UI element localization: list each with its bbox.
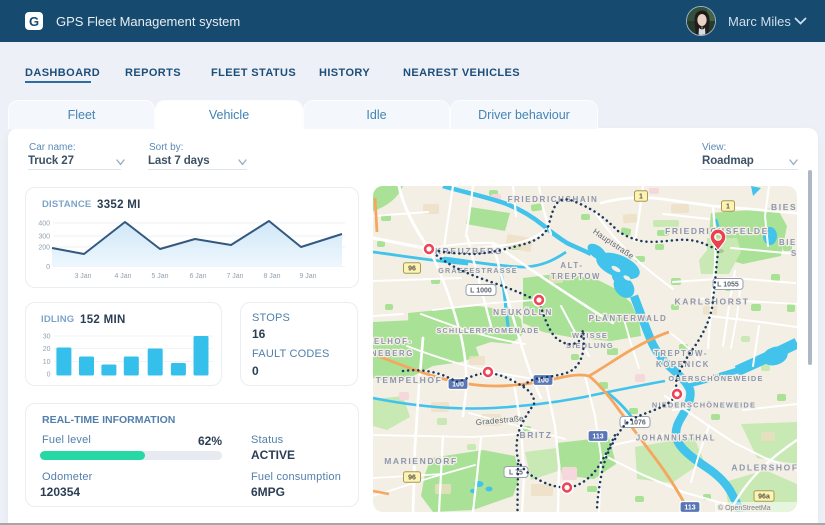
svg-text:MARIENDORF: MARIENDORF — [384, 456, 458, 466]
svg-text:20: 20 — [43, 346, 51, 353]
svg-text:BIESDORF: BIESDORF — [771, 202, 797, 212]
svg-text:BIESD: BIESD — [779, 238, 797, 247]
svg-text:300: 300 — [38, 234, 50, 241]
svg-text:3 Jan: 3 Jan — [74, 273, 91, 280]
svg-text:9 Jan: 9 Jan — [299, 273, 316, 280]
svg-text:SCHILLERPROMENADE: SCHILLERPROMENADE — [436, 326, 539, 335]
svg-text:ADLERSHOF: ADLERSHOF — [731, 463, 797, 473]
svg-text:96a: 96a — [758, 494, 770, 501]
svg-text:96: 96 — [408, 266, 416, 273]
svg-text:PLÄNTERWALD: PLÄNTERWALD — [589, 314, 668, 323]
svg-text:SCHÖNEBERG: SCHÖNEBERG — [373, 349, 414, 358]
svg-text:100: 100 — [452, 382, 464, 389]
svg-text:30: 30 — [43, 334, 51, 341]
svg-text:GRAEFESTRASSE: GRAEFESTRASSE — [438, 266, 518, 275]
svg-text:NIEDERSCHÖNEWEIDE: NIEDERSCHÖNEWEIDE — [652, 401, 756, 410]
svg-text:TREPTOW-: TREPTOW- — [654, 349, 708, 358]
svg-text:SÜD: SÜD — [791, 249, 797, 258]
svg-text:KARLSHORST: KARLSHORST — [674, 297, 749, 307]
svg-text:0: 0 — [47, 372, 51, 379]
svg-text:200: 200 — [38, 245, 50, 252]
svg-text:TEMPELHOF: TEMPELHOF — [376, 375, 443, 385]
svg-text:JOHANNISTHAL: JOHANNISTHAL — [636, 434, 716, 443]
svg-text:L 1055: L 1055 — [717, 282, 739, 289]
svg-text:7 Jan: 7 Jan — [226, 273, 243, 280]
svg-text:OBERSCHÖNEWEIDE: OBERSCHÖNEWEIDE — [668, 374, 763, 383]
svg-text:KÖPENICK: KÖPENICK — [656, 360, 710, 369]
svg-text:0: 0 — [46, 264, 50, 271]
svg-text:400: 400 — [38, 221, 50, 228]
svg-text:5 Jan: 5 Jan — [151, 273, 168, 280]
svg-text:ALT-: ALT- — [560, 261, 583, 270]
svg-text:6 Jan: 6 Jan — [189, 273, 206, 280]
svg-text:1: 1 — [639, 194, 643, 201]
svg-text:TEMPELHOF-: TEMPELHOF- — [373, 337, 413, 346]
svg-text:1: 1 — [726, 204, 730, 211]
svg-text:© OpenStreetMa: © OpenStreetMa — [718, 504, 771, 512]
svg-text:L 75: L 75 — [509, 470, 523, 477]
svg-text:10: 10 — [43, 359, 51, 366]
svg-text:FRIEDRICHSHAIN: FRIEDRICHSHAIN — [508, 195, 599, 204]
svg-text:96: 96 — [408, 475, 416, 482]
svg-text:BRITZ: BRITZ — [519, 430, 552, 440]
svg-text:4 Jan: 4 Jan — [114, 273, 131, 280]
svg-text:TREPTOW: TREPTOW — [551, 272, 601, 281]
svg-text:113: 113 — [592, 434, 603, 441]
svg-text:SIEDLUNG: SIEDLUNG — [566, 341, 614, 350]
svg-text:WEISSE: WEISSE — [572, 331, 608, 340]
svg-text:100: 100 — [537, 378, 549, 385]
svg-text:8 Jan: 8 Jan — [263, 273, 280, 280]
svg-text:113: 113 — [684, 505, 695, 512]
svg-text:L 1000: L 1000 — [470, 288, 492, 295]
